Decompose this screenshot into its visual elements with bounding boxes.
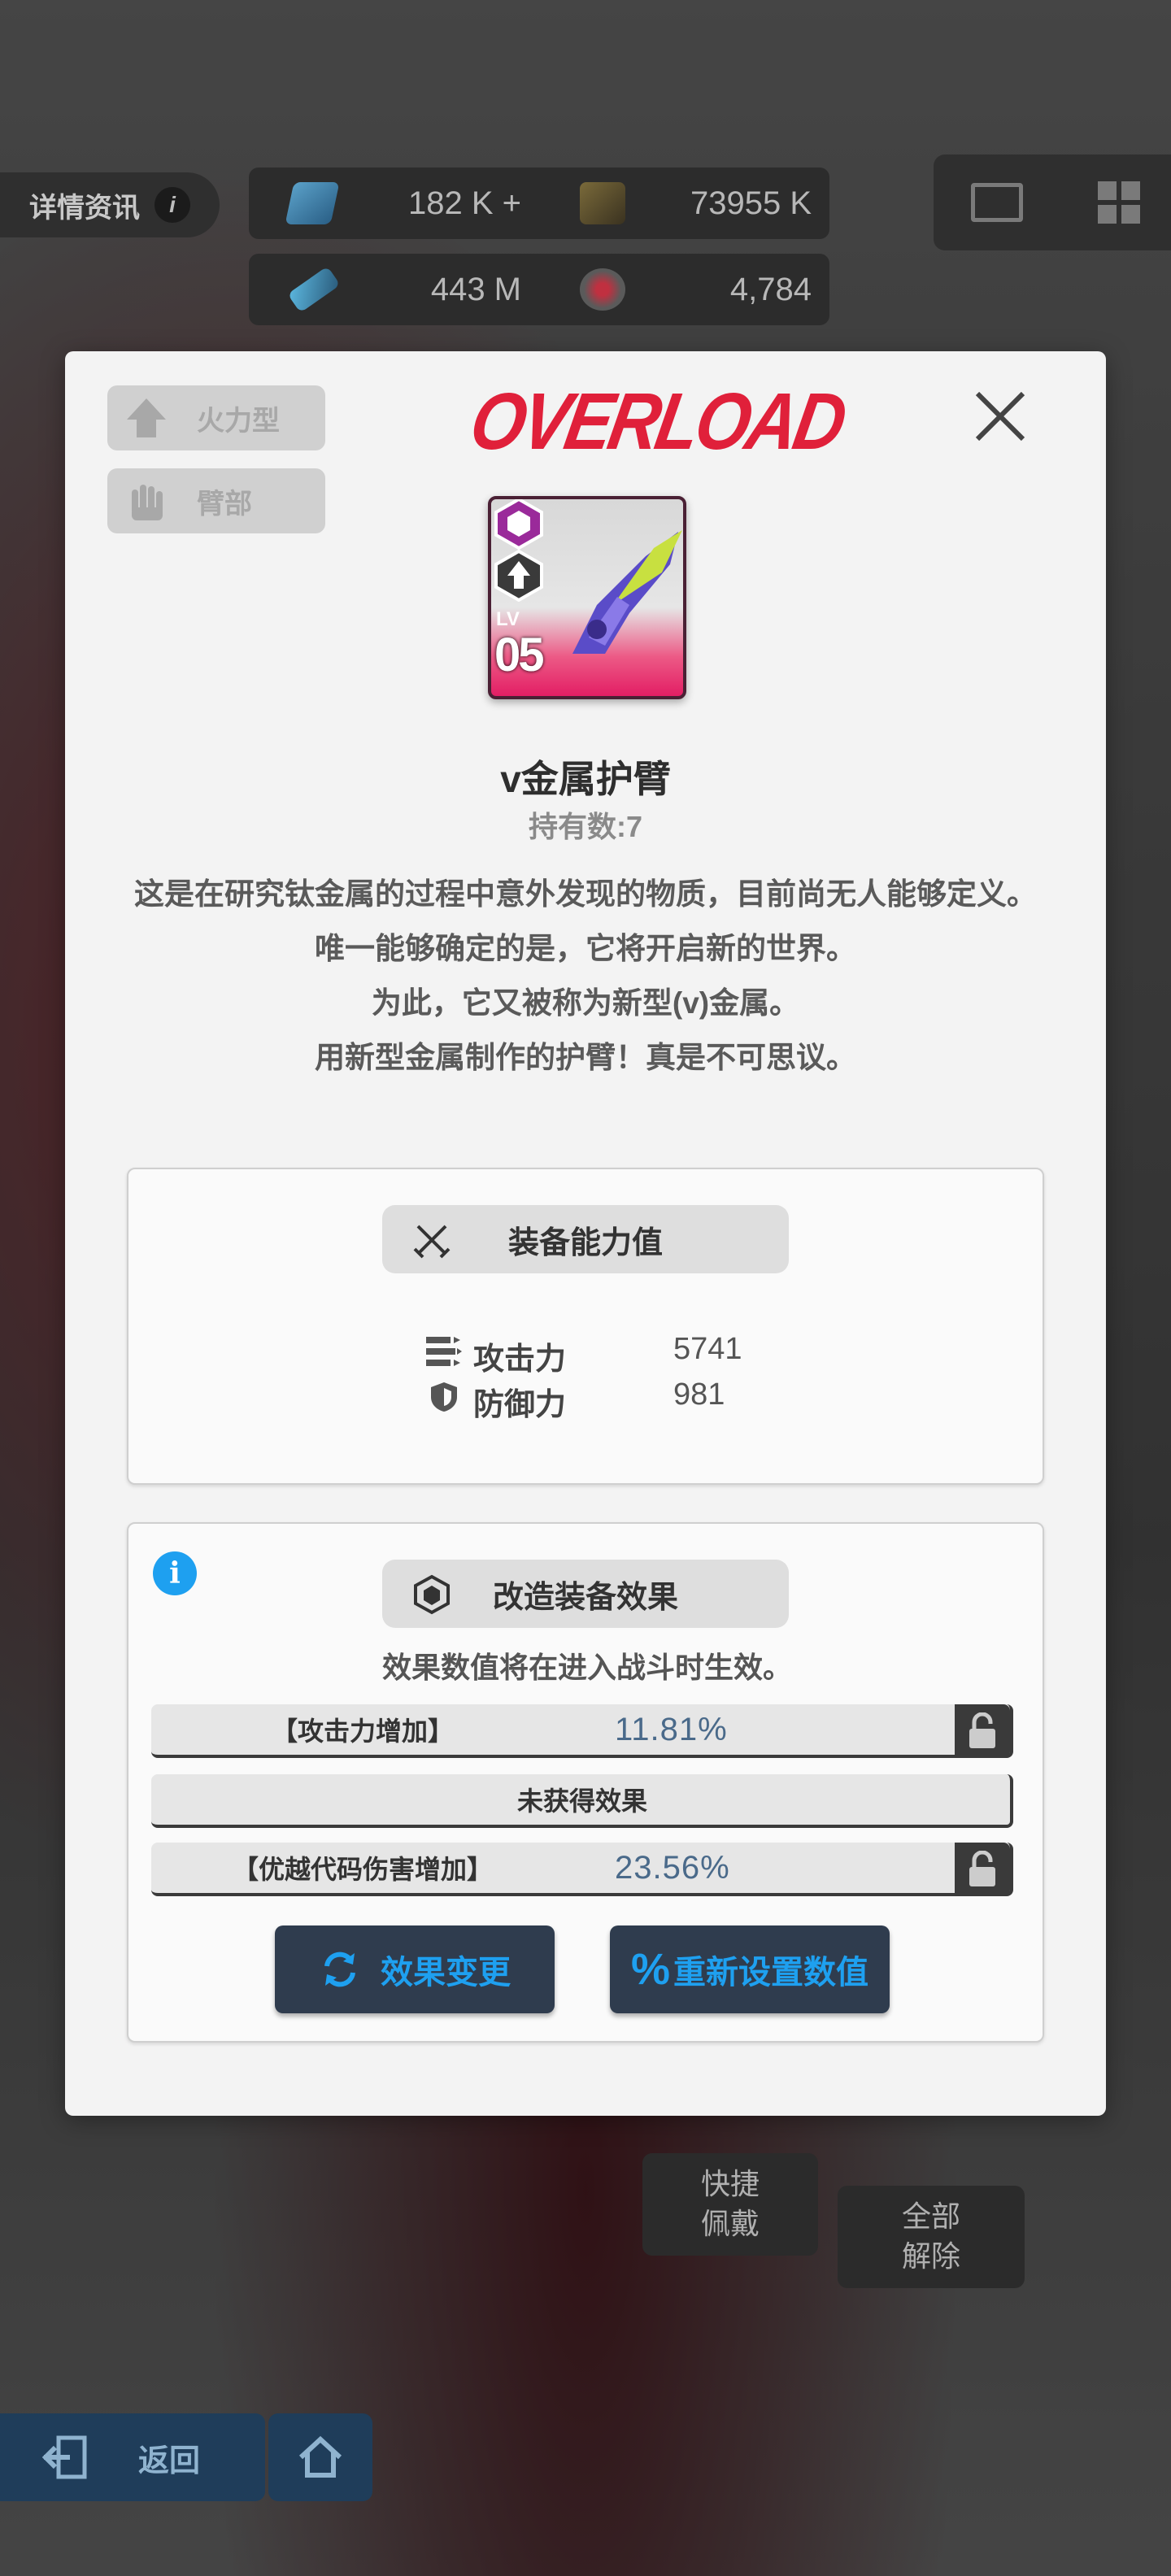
effect-2-label: 未获得效果 xyxy=(516,1786,647,1816)
top-right-menu xyxy=(934,154,1171,250)
effects-title-label: 改造装备效果 xyxy=(492,1580,678,1615)
effect-slot-3: 【优越代码伤害增加】 23.56% xyxy=(151,1843,1013,1896)
stats-panel-title: 装备能力值 xyxy=(382,1205,789,1273)
lock-icon[interactable] xyxy=(955,1704,1010,1758)
resource-bar-top: 182 K + 73955 K xyxy=(249,168,829,239)
resource-credit-value: 73955 K xyxy=(690,185,812,221)
description-line: 用新型金属制作的护臂！真是不可思议。 xyxy=(315,1041,856,1074)
item-card: LV 05 xyxy=(488,496,686,699)
back-button[interactable]: 返回 xyxy=(0,2413,265,2501)
stat-row-attack: 攻击力 5741 xyxy=(128,1329,1046,1377)
firepower-icon xyxy=(124,395,169,441)
back-label: 返回 xyxy=(138,2443,201,2478)
attack-label: 攻击力 xyxy=(473,1342,567,1377)
brand-logo: OVERLOAD xyxy=(464,376,851,468)
reset-value-button[interactable]: % 重新设置数值 xyxy=(610,1925,890,2013)
menu-grid-icon[interactable] xyxy=(1098,181,1140,224)
owned-count: 持有数:7 xyxy=(528,810,642,843)
crystal-icon xyxy=(285,182,340,224)
back-icon xyxy=(41,2435,87,2479)
effect-3-value: 23.56% xyxy=(615,1849,730,1886)
stats-panel: 装备能力值 攻击力 5741 防御力 981 xyxy=(127,1168,1044,1485)
refresh-icon xyxy=(324,1952,355,1987)
shield-icon xyxy=(431,1382,457,1412)
class-chip-label: 火力型 xyxy=(197,405,280,437)
change-effect-label: 效果变更 xyxy=(381,1955,511,1991)
slot-chip-label: 臂部 xyxy=(197,488,252,520)
info-icon: i xyxy=(155,187,190,223)
home-button[interactable] xyxy=(268,2413,372,2501)
effect-slot-2: 未获得效果 xyxy=(151,1774,1013,1828)
effects-panel-title: 改造装备效果 xyxy=(382,1560,789,1628)
crossed-swords-icon xyxy=(413,1225,451,1259)
percent-icon: % xyxy=(630,1945,670,1994)
equipment-detail-modal: 火力型 臂部 OVERLOAD LV 05 v金属护臂 持有数:7 这是在研究钛… xyxy=(65,351,1106,2116)
lock-icon[interactable] xyxy=(955,1843,1010,1896)
effect-1-value: 11.81% xyxy=(615,1711,728,1747)
reset-value-label: 重新设置数值 xyxy=(673,1955,868,1991)
resource-core-dust: 443 M xyxy=(249,266,539,313)
effect-3-label: 【优越代码伤害增加】 xyxy=(232,1855,493,1884)
mail-icon[interactable] xyxy=(971,183,1023,222)
stat-row-defense: 防御力 981 xyxy=(128,1374,1046,1422)
effect-1-label: 【攻击力增加】 xyxy=(271,1717,454,1746)
release-all-button[interactable]: 全部 解除 xyxy=(838,2186,1025,2288)
resource-crystal[interactable]: 182 K + xyxy=(249,182,539,224)
core-dust-icon xyxy=(287,266,341,313)
attack-value: 5741 xyxy=(673,1332,742,1366)
effects-info-icon[interactable]: i xyxy=(153,1551,197,1595)
cube-gear-icon xyxy=(414,1574,450,1615)
weapon-image xyxy=(572,530,682,654)
description-line: 这是在研究钛金属的过程中意外发现的物质，目前尚无人能够定义。 xyxy=(134,877,1037,911)
change-effect-button[interactable]: 效果变更 xyxy=(275,1925,555,2013)
effects-note: 效果数值将在进入战斗时生效。 xyxy=(381,1651,792,1684)
resource-bar-bottom: 443 M 4,784 xyxy=(249,254,829,325)
rarity-badge-icon xyxy=(494,499,543,550)
credit-card-icon xyxy=(580,182,625,224)
defense-value: 981 xyxy=(673,1377,725,1412)
detail-info-label: 详情资讯 xyxy=(29,192,140,224)
close-icon[interactable] xyxy=(968,384,1033,449)
class-badge-icon xyxy=(494,550,543,602)
attack-icon xyxy=(426,1337,462,1366)
description-line: 为此，它又被称为新型(v)金属。 xyxy=(371,986,800,1020)
resource-body-label: 4,784 xyxy=(539,268,829,311)
body-label-icon xyxy=(580,268,625,311)
class-chip: 火力型 xyxy=(107,385,325,450)
item-description: 这是在研究钛金属的过程中意外发现的物质，目前尚无人能够定义。 唯一能够确定的是，… xyxy=(122,867,1049,1085)
effect-slot-1: 【攻击力增加】 11.81% xyxy=(151,1704,1013,1758)
resource-body-label-value: 4,784 xyxy=(729,271,812,307)
defense-label: 防御力 xyxy=(473,1388,567,1422)
slot-chip: 臂部 xyxy=(107,468,325,533)
item-name: v金属护臂 xyxy=(500,758,671,800)
resource-credit: 73955 K xyxy=(539,182,829,224)
effects-panel: i 改造装备效果 效果数值将在进入战斗时生效。 【攻击力增加】 11.81% 未… xyxy=(127,1522,1044,2043)
quick-equip-button[interactable]: 快捷 佩戴 xyxy=(642,2153,818,2256)
card-lv-value: 05 xyxy=(494,629,544,681)
resource-crystal-value: 182 K + xyxy=(407,185,521,221)
home-icon xyxy=(298,2435,342,2478)
description-line: 唯一能够确定的是，它将开启新的世界。 xyxy=(315,932,856,965)
arm-glove-icon xyxy=(124,478,169,524)
detail-info-button[interactable]: 详情资讯 i xyxy=(0,172,220,237)
stats-title-label: 装备能力值 xyxy=(507,1225,663,1260)
resource-core-dust-value: 443 M xyxy=(430,271,521,307)
